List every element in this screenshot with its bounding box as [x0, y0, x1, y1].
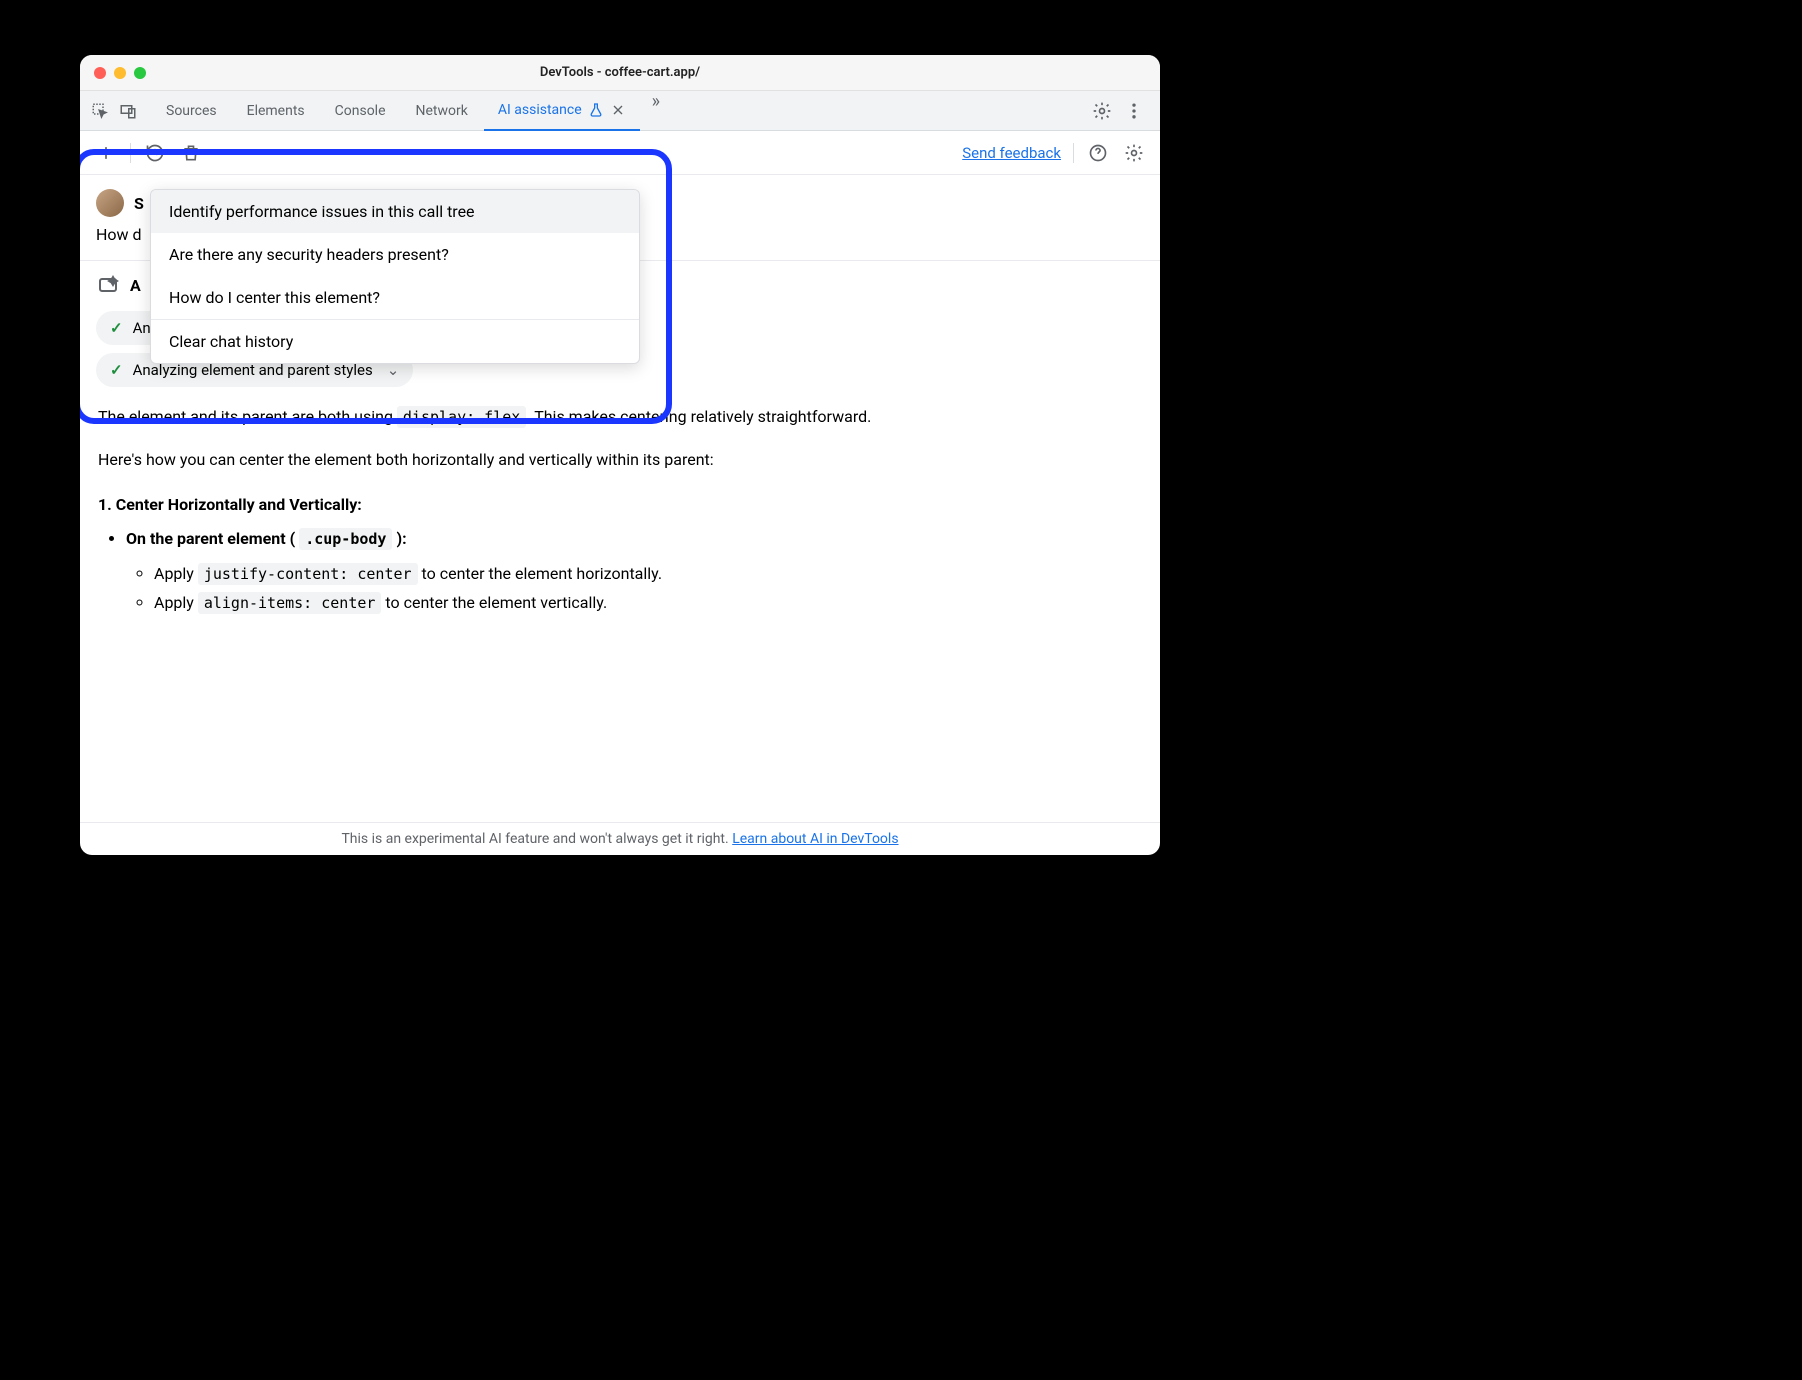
ai-toolbar: Send feedback: [80, 131, 1160, 175]
tabs-overflow-icon[interactable]: »: [646, 91, 666, 131]
close-tab-icon[interactable]: [610, 102, 626, 118]
trash-icon[interactable]: [179, 141, 203, 165]
heading: 1. Center Horizontally and Vertically:: [98, 491, 1142, 520]
code: display: flex: [397, 406, 526, 428]
ai-sparkle-icon: [96, 273, 120, 297]
panel-settings-icon[interactable]: [1122, 141, 1146, 165]
check-icon: ✓: [110, 361, 123, 379]
tab-bar: Sources Elements Console Network AI assi…: [80, 91, 1160, 131]
tabbar-right: [1090, 99, 1152, 123]
tabs: Sources Elements Console Network AI assi…: [152, 91, 666, 131]
tab-network[interactable]: Network: [402, 91, 482, 131]
divider: [1073, 143, 1074, 163]
user-avatar: [96, 189, 124, 217]
footer-link[interactable]: Learn about AI in DevTools: [732, 831, 898, 847]
window-title: DevTools - coffee-cart.app/: [80, 65, 1160, 80]
code: align-items: center: [198, 592, 382, 614]
history-item[interactable]: Identify performance issues in this call…: [151, 190, 639, 233]
flask-icon: [588, 102, 604, 118]
text: Apply: [154, 593, 198, 612]
tab-ai-assistance[interactable]: AI assistance: [484, 91, 640, 131]
text: . This makes centering relatively straig…: [526, 407, 871, 426]
settings-gear-icon[interactable]: [1090, 99, 1114, 123]
text: to center the element vertically.: [381, 593, 607, 612]
device-toolbar-icon[interactable]: [116, 99, 140, 123]
history-item[interactable]: Are there any security headers present?: [151, 233, 639, 276]
code: justify-content: center: [198, 563, 418, 585]
footer-text: This is an experimental AI feature and w…: [341, 831, 732, 847]
text: Apply: [154, 564, 198, 583]
list-item: Apply align-items: center to center the …: [154, 589, 1142, 618]
tab-ai-label: AI assistance: [498, 100, 582, 120]
text: Here's how you can center the element bo…: [98, 446, 1142, 475]
tab-elements[interactable]: Elements: [233, 91, 319, 131]
list-item: Apply justify-content: center to center …: [154, 560, 1142, 589]
devtools-window: DevTools - coffee-cart.app/ Sources Elem…: [80, 55, 1160, 855]
footer: This is an experimental AI feature and w…: [80, 822, 1160, 855]
list-item: On the parent element ( .cup-body ): App…: [126, 525, 1142, 617]
divider: [130, 143, 131, 163]
text: ):: [392, 529, 406, 548]
ai-name-initial: A: [130, 276, 141, 295]
tab-console[interactable]: Console: [321, 91, 400, 131]
toolbar-right: Send feedback: [962, 141, 1146, 165]
inspect-icon[interactable]: [88, 99, 112, 123]
history-dropdown: Identify performance issues in this call…: [150, 189, 640, 364]
send-feedback-link[interactable]: Send feedback: [962, 144, 1061, 162]
clear-history-item[interactable]: Clear chat history: [151, 320, 639, 363]
user-name-initial: S: [134, 194, 144, 213]
check-icon: ✓: [110, 319, 123, 337]
text: to center the element horizontally.: [418, 564, 663, 583]
kebab-menu-icon[interactable]: [1122, 99, 1146, 123]
history-icon[interactable]: [143, 141, 167, 165]
text: On the parent element (: [126, 529, 299, 548]
tab-sources[interactable]: Sources: [152, 91, 231, 131]
new-chat-icon[interactable]: [94, 141, 118, 165]
help-icon[interactable]: [1086, 141, 1110, 165]
history-item[interactable]: How do I center this element?: [151, 276, 639, 319]
ai-response-body: The element and its parent are both usin…: [80, 387, 1160, 634]
code: .cup-body: [299, 528, 392, 550]
titlebar: DevTools - coffee-cart.app/: [80, 55, 1160, 91]
text: The element and its parent are both usin…: [98, 407, 397, 426]
